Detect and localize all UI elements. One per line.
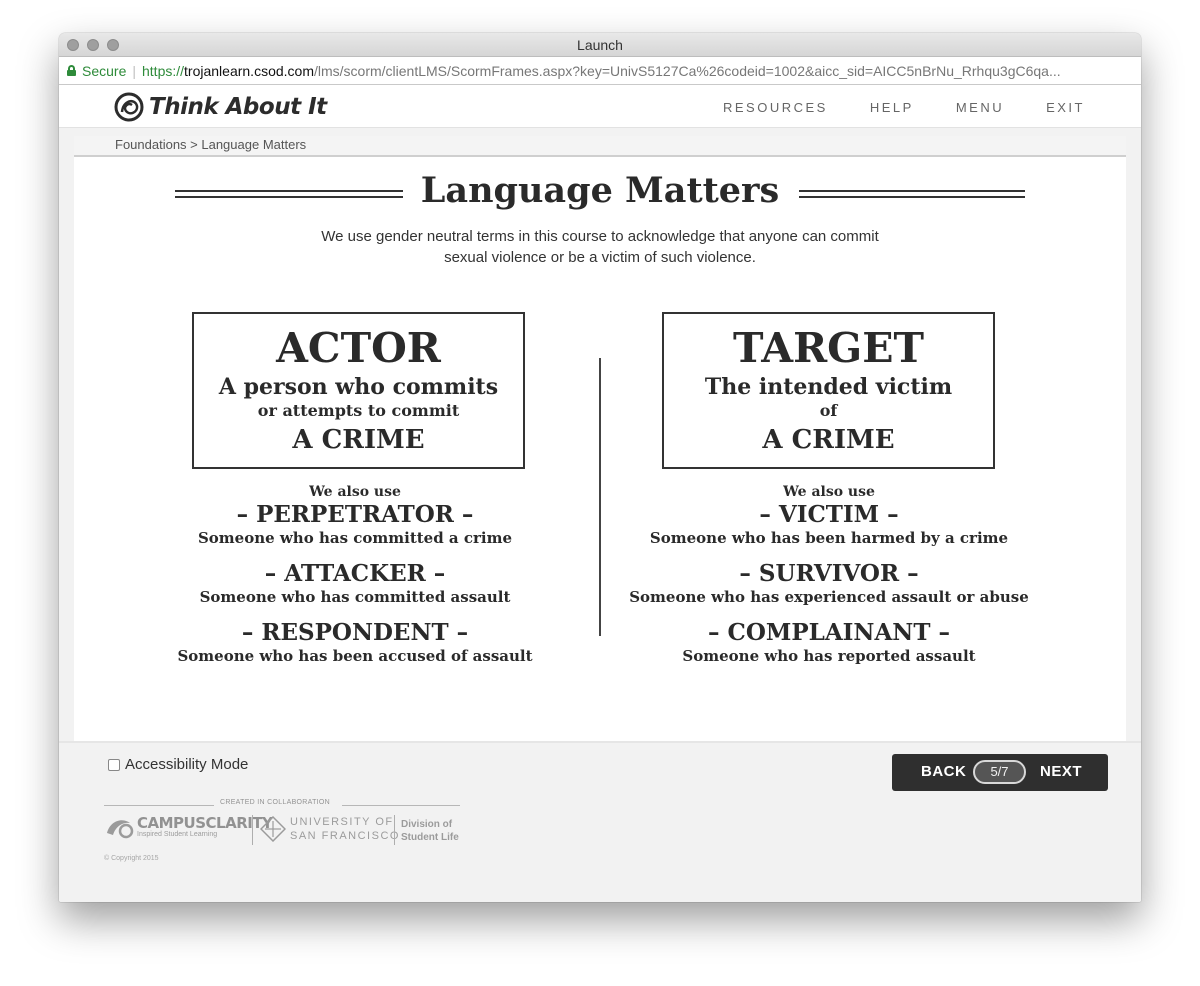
campus-clarity-icon [107,820,134,839]
course-content: Foundations > Language Matters Language … [74,136,1126,741]
think-about-it-logo[interactable]: Think About It [113,90,327,124]
term-name: – PERPETRATOR – [236,501,474,528]
campus-clarity-logo: CAMPUSCLARITY Inspired Student Learning [104,813,273,841]
logo-text: Think About It [149,94,327,120]
term-complainant: – COMPLAINANT – Someone who has reported… [629,619,1029,666]
actor-line-1: A person who commits [218,374,499,400]
intro-line-1: We use gender neutral terms in this cour… [321,228,879,245]
swirl-logo-icon [114,92,144,122]
target-line-2: of [819,401,838,420]
accessibility-mode-toggle[interactable]: Accessibility Mode [108,756,248,773]
term-victim: – VICTIM – Someone who has been harmed b… [629,501,1029,548]
page-counter: 5/7 [973,760,1026,784]
url-path: /lms/scorm/clientLMS/ScormFrames.aspx?ke… [313,62,1061,79]
copyright: © Copyright 2015 [104,855,159,862]
collab-label: CREATED IN COLLABORATION [220,799,331,806]
student-life-logo: Division of Student Life [401,818,459,844]
nav-help[interactable]: HELP [870,100,914,115]
nav-resources[interactable]: RESOURCES [723,100,828,115]
window-title: Launch [577,37,623,53]
lock-icon [67,65,76,76]
actor-line-2: or attempts to commit [257,401,460,420]
top-nav: RESOURCES HELP MENU EXIT [723,100,1085,115]
course-footer: Accessibility Mode BACK 5/7 NEXT CREATED… [59,741,1141,902]
actor-line-3: A CRIME [292,425,425,455]
usf-crest-icon [260,816,286,842]
target-line-1: The intended victim [704,374,953,400]
url-separator: | [132,62,136,79]
term-name: – SURVIVOR – [739,560,919,587]
term-desc: Someone who has been accused of assault [177,647,533,665]
term-survivor: – SURVIVOR – Someone who has experienced… [629,560,1029,607]
dsl-line-2: Student Life [401,832,459,843]
term-desc: Someone who has experienced assault or a… [629,588,1029,606]
accessibility-checkbox[interactable] [108,758,120,771]
term-name: – VICTIM – [759,501,899,528]
target-terms: We also use – VICTIM – Someone who has b… [629,483,1029,666]
page-navigator: BACK 5/7 NEXT [892,754,1108,791]
headline-row: Language Matters [74,170,1126,214]
app-header: Think About It RESOURCES HELP MENU EXIT [59,85,1141,128]
accessibility-label: Accessibility Mode [125,756,249,773]
collaboration-logos: CREATED IN COLLABORATION CAMPUSCLARITY I… [104,799,460,869]
nav-exit[interactable]: EXIT [1046,100,1085,115]
term-name: – COMPLAINANT – [708,619,950,646]
collab-rule-left [104,805,214,806]
logo-separator [252,815,253,845]
actor-terms: We also use – PERPETRATOR – Someone who … [155,483,555,666]
term-desc: Someone who has been harmed by a crime [649,529,1009,547]
collab-rule-right [342,805,460,806]
url-scheme: https:// [142,62,185,79]
target-line-3: A CRIME [762,425,895,455]
intro-line-2: sexual violence or be a victim of such v… [444,249,756,266]
term-desc: Someone who has committed assault [199,588,511,606]
next-button[interactable]: NEXT [1040,763,1082,780]
secure-label: Secure [82,62,127,79]
intro-text: We use gender neutral terms in this cour… [74,226,1126,268]
target-title: TARGET [733,324,924,372]
title-bar: Launch [59,33,1141,57]
browser-window: Launch Secure | https://trojanlearn.csod… [59,33,1141,902]
back-button[interactable]: BACK [921,763,966,780]
target-also-use: We also use [783,484,875,500]
term-respondent: – RESPONDENT – Someone who has been accu… [155,619,555,666]
logo-separator [394,815,395,845]
term-name: – ATTACKER – [264,560,446,587]
dsl-line-1: Division of [401,819,453,830]
term-attacker: – ATTACKER – Someone who has committed a… [155,560,555,607]
column-divider [599,358,601,636]
term-name: – RESPONDENT – [241,619,469,646]
actor-definition-box: ACTOR A person who commits or attempts t… [192,312,525,469]
usf-line-1: UNIVERSITY OF [290,816,394,828]
usf-line-2: SAN FRANCISCO [290,830,400,842]
breadcrumb: Foundations > Language Matters [74,136,1126,157]
nav-menu[interactable]: MENU [956,100,1004,115]
term-perpetrator: – PERPETRATOR – Someone who has committe… [155,501,555,548]
actor-title: ACTOR [276,324,441,372]
term-desc: Someone who has reported assault [682,647,976,665]
usf-logo: UNIVERSITY OF SAN FRANCISCO [260,815,400,843]
target-definition-box: TARGET The intended victim of A CRIME [662,312,995,469]
term-desc: Someone who has committed a crime [197,529,513,547]
page-title: Language Matters [420,170,780,211]
address-bar[interactable]: Secure | https://trojanlearn.csod.com/lm… [59,57,1141,85]
url-host: trojanlearn.csod.com [184,62,314,79]
actor-also-use: We also use [309,484,401,500]
